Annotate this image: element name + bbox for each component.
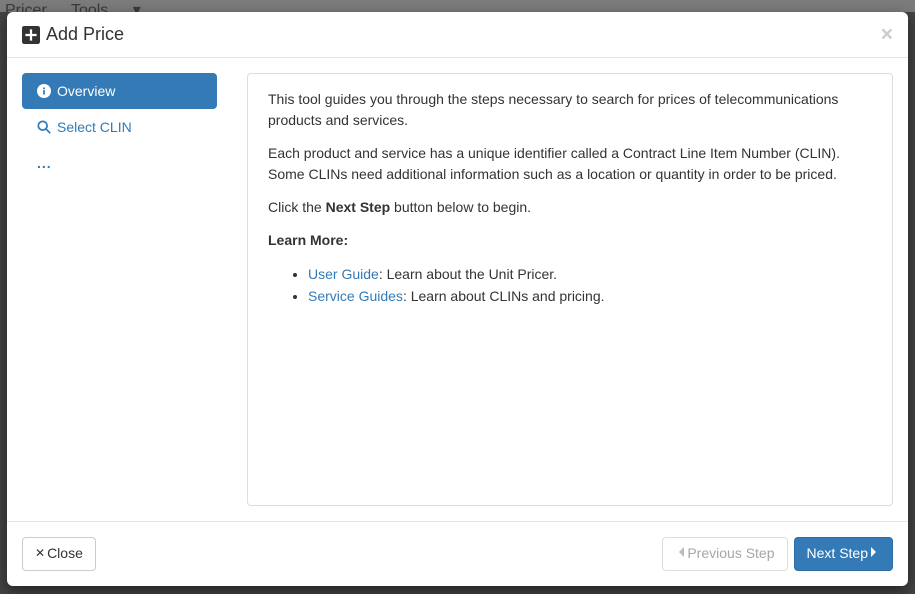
modal-title: Add Price <box>22 24 124 45</box>
user-guide-link[interactable]: User Guide <box>308 266 379 282</box>
plus-square-icon <box>22 26 40 44</box>
content-panel: This tool guides you through the steps n… <box>247 73 893 506</box>
sidebar-item-more[interactable]: ... <box>22 145 217 181</box>
previous-step-button: Previous Step <box>662 537 787 571</box>
add-price-modal: Add Price × Overview <box>7 12 908 586</box>
sidebar-item-label: Overview <box>57 83 115 99</box>
modal-body: Overview Select CLIN ... <box>7 58 908 521</box>
next-step-bold: Next Step <box>326 199 391 215</box>
intro-text-1: This tool guides you through the steps n… <box>268 89 872 131</box>
modal-title-text: Add Price <box>46 24 124 45</box>
modal-footer: ✕ Close Previous Step Next Step <box>7 521 908 586</box>
sidebar-item-overview[interactable]: Overview <box>22 73 217 109</box>
modal-close-x[interactable]: × <box>881 24 893 45</box>
close-icon: ✕ <box>35 545 45 562</box>
chevron-left-icon <box>677 544 685 564</box>
close-button[interactable]: ✕ Close <box>22 537 96 571</box>
learn-more-list: User Guide: Learn about the Unit Pricer.… <box>308 263 872 308</box>
service-guides-link[interactable]: Service Guides <box>308 288 403 304</box>
search-icon <box>37 120 51 134</box>
learn-more-heading: Learn More: <box>268 230 872 251</box>
chevron-right-icon <box>870 544 878 564</box>
next-step-button[interactable]: Next Step <box>794 537 893 571</box>
ellipsis-icon: ... <box>37 155 52 171</box>
modal-header: Add Price × <box>7 12 908 58</box>
info-circle-icon <box>37 84 51 98</box>
intro-text-2: Each product and service has a unique id… <box>268 143 872 185</box>
sidebar-item-select-clin[interactable]: Select CLIN <box>22 109 217 145</box>
list-item: User Guide: Learn about the Unit Pricer. <box>308 263 872 285</box>
list-item: Service Guides: Learn about CLINs and pr… <box>308 285 872 307</box>
wizard-sidebar: Overview Select CLIN ... <box>22 73 217 506</box>
intro-text-3: Click the Next Step button below to begi… <box>268 197 872 218</box>
sidebar-item-label: Select CLIN <box>57 119 132 135</box>
